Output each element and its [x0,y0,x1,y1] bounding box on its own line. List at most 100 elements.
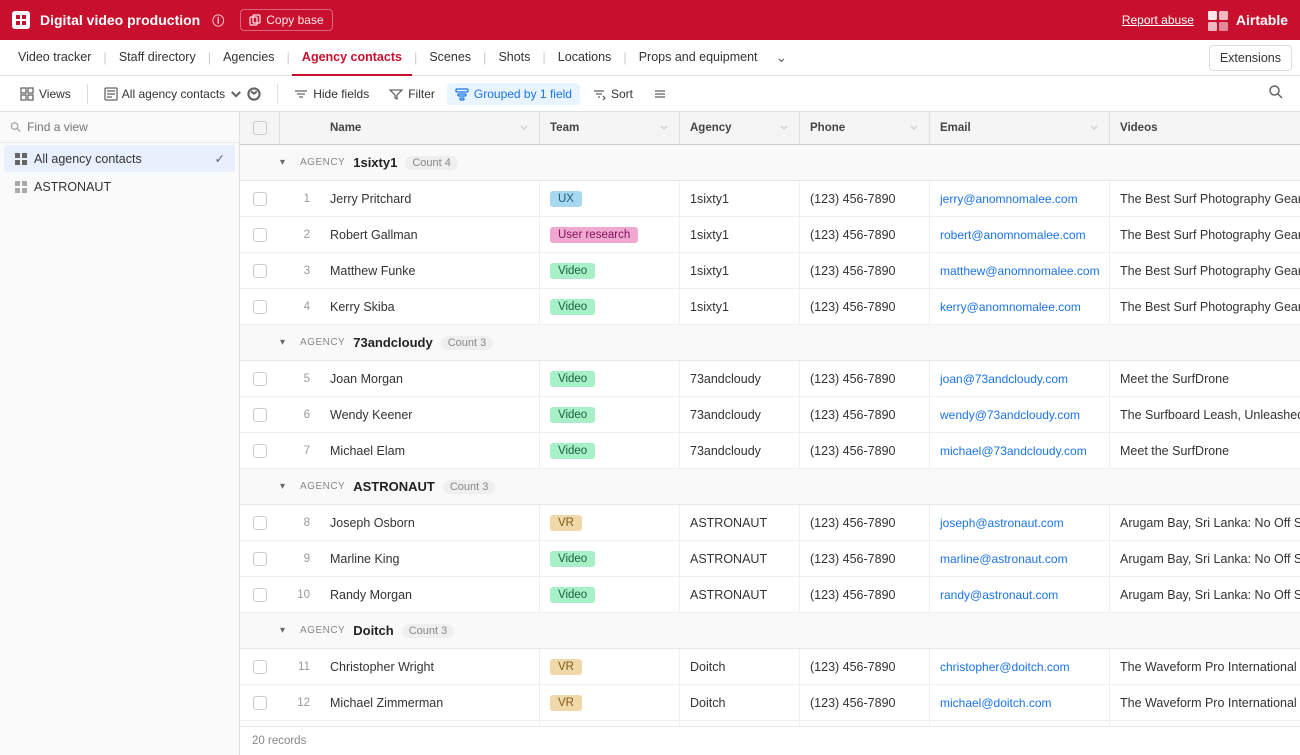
table-row[interactable]: 11 Christopher Wright VR Doitch (123) 45… [240,649,1300,685]
toolbar-sep-2 [277,84,278,104]
nav-item-props-equipment[interactable]: Props and equipment [629,40,768,76]
th-name[interactable]: Name [320,112,540,144]
row-number: 11 [280,661,320,673]
th-agency[interactable]: Agency [680,112,800,144]
row-checkbox[interactable] [240,516,280,530]
nav-item-agencies[interactable]: Agencies [213,40,284,76]
row-checkbox[interactable] [240,552,280,566]
email-link[interactable]: randy@astronaut.com [940,588,1058,602]
team-tag: User research [550,227,638,243]
cell-videos: Arugam Bay, Sri Lanka: No Off Season [1110,577,1300,612]
email-link[interactable]: joseph@astronaut.com [940,516,1064,530]
search-icon[interactable] [1264,80,1288,107]
cell-email: randy@astronaut.com [930,577,1110,612]
th-phone[interactable]: Phone [800,112,930,144]
row-checkbox[interactable] [240,444,280,458]
extensions-button[interactable]: Extensions [1209,45,1292,71]
filter-button[interactable]: Filter [381,83,443,105]
group-chevron-icon[interactable]: ▾ [280,481,300,492]
grouped-by-button[interactable]: Grouped by 1 field [447,83,580,105]
sidebar-search-input[interactable] [27,120,229,134]
sidebar-item-astronaut[interactable]: ASTRONAUT [4,174,235,200]
row-checkbox[interactable] [240,372,280,386]
row-checkbox[interactable] [240,264,280,278]
table-row[interactable]: 12 Michael Zimmerman VR Doitch (123) 456… [240,685,1300,721]
cell-name: Wendy Keener [320,397,540,432]
group-name: 1sixty1 [353,155,397,170]
select-all-checkbox[interactable] [253,121,267,135]
table-footer: 20 records [240,726,1300,755]
row-checkbox[interactable] [240,696,280,710]
email-link[interactable]: kerry@anomnomalee.com [940,300,1081,314]
cell-team: Video [540,289,680,324]
hide-fields-button[interactable]: Hide fields [286,83,377,105]
email-link[interactable]: jerry@anomnomalee.com [940,192,1078,206]
table-row[interactable]: 6 Wendy Keener Video 73andcloudy (123) 4… [240,397,1300,433]
header-checkbox[interactable] [240,112,280,144]
email-link[interactable]: christopher@doitch.com [940,660,1070,674]
email-link[interactable]: wendy@73andcloudy.com [940,408,1080,422]
th-videos[interactable]: Videos [1110,112,1300,144]
group-header-73andcloudy: ▾ AGENCY 73andcloudy Count 3 [240,325,1300,361]
email-link[interactable]: michael@73andcloudy.com [940,444,1087,458]
table-row[interactable]: 4 Kerry Skiba Video 1sixty1 (123) 456-78… [240,289,1300,325]
group-header-doitch: ▾ AGENCY Doitch Count 3 [240,613,1300,649]
email-link[interactable]: michael@doitch.com [940,696,1052,710]
nav-sep-2: | [206,50,213,65]
table-row[interactable]: 8 Joseph Osborn VR ASTRONAUT (123) 456-7… [240,505,1300,541]
table-row[interactable]: 1 Jerry Pritchard UX 1sixty1 (123) 456-7… [240,181,1300,217]
cell-videos: Arugam Bay, Sri Lanka: No Off Season [1110,505,1300,540]
sidebar-item-all-agency-contacts[interactable]: All agency contacts ✓ [4,145,235,172]
copy-base-button[interactable]: Copy base [240,9,332,31]
group-label: AGENCY 1sixty1 Count 4 [300,155,1300,170]
cell-phone: (123) 456-7890 [800,181,930,216]
team-tag: Video [550,551,595,567]
row-checkbox[interactable] [240,660,280,674]
sort-button[interactable]: Sort [584,83,641,105]
extra-button[interactable] [645,83,675,105]
nav-more-button[interactable]: ⌄ [768,49,796,66]
table-row[interactable]: 9 Marline King Video ASTRONAUT (123) 456… [240,541,1300,577]
row-checkbox[interactable] [240,408,280,422]
table-row[interactable]: 10 Randy Morgan Video ASTRONAUT (123) 45… [240,577,1300,613]
nav-item-agency-contacts[interactable]: Agency contacts [292,40,412,76]
row-checkbox[interactable] [240,588,280,602]
email-link[interactable]: robert@anomnomalee.com [940,228,1086,242]
group-chevron-icon[interactable]: ▾ [280,625,300,636]
cell-phone: (123) 456-7890 [800,217,930,252]
nav-item-shots[interactable]: Shots [488,40,540,76]
nav-item-locations[interactable]: Locations [548,40,622,76]
cell-videos: Meet the SurfDrone [1110,433,1300,468]
cell-name: Marline King [320,541,540,576]
cell-phone: (123) 456-7890 [800,289,930,324]
cell-team: Video [540,253,680,288]
group-agency-tag: AGENCY [300,157,345,168]
row-checkbox[interactable] [240,192,280,206]
cell-agency: Doitch [680,649,800,684]
view-name-button[interactable]: All agency contacts [96,83,269,105]
table-row[interactable]: 7 Michael Elam Video 73andcloudy (123) 4… [240,433,1300,469]
cell-phone: (123) 456-7890 [800,649,930,684]
table-row[interactable]: 5 Joan Morgan Video 73andcloudy (123) 45… [240,361,1300,397]
cell-name: Joseph Osborn [320,505,540,540]
cell-agency: Doitch [680,685,800,720]
email-link[interactable]: marline@astronaut.com [940,552,1068,566]
cell-name: Michael Zimmerman [320,685,540,720]
views-button[interactable]: Views [12,83,79,105]
group-chevron-icon[interactable]: ▾ [280,157,300,168]
table-row[interactable]: 3 Matthew Funke Video 1sixty1 (123) 456-… [240,253,1300,289]
info-icon[interactable]: ⓘ [212,12,224,29]
row-checkbox[interactable] [240,300,280,314]
cell-agency: 73andcloudy [680,361,800,396]
group-chevron-icon[interactable]: ▾ [280,337,300,348]
email-link[interactable]: matthew@anomnomalee.com [940,264,1100,278]
row-checkbox[interactable] [240,228,280,242]
nav-item-staff-directory[interactable]: Staff directory [109,40,206,76]
table-row[interactable]: 2 Robert Gallman User research 1sixty1 (… [240,217,1300,253]
report-abuse-link[interactable]: Report abuse [1122,13,1194,27]
nav-item-scenes[interactable]: Scenes [419,40,481,76]
nav-item-video-tracker[interactable]: Video tracker [8,40,101,76]
th-email[interactable]: Email [930,112,1110,144]
th-team[interactable]: Team [540,112,680,144]
email-link[interactable]: joan@73andcloudy.com [940,372,1068,386]
